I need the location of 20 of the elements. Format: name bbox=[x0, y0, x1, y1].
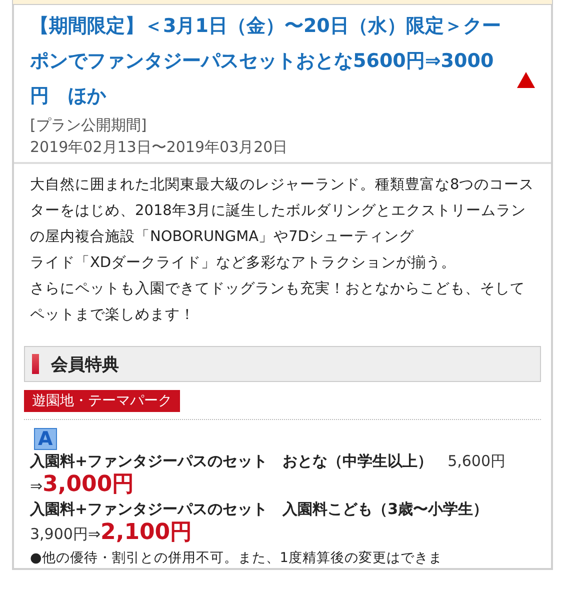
sale-price: 3,000円 bbox=[42, 472, 134, 497]
period-dates: 2019年02月13日〜2019年03月20日 bbox=[30, 137, 289, 158]
collapse-icon[interactable] bbox=[517, 72, 535, 88]
plan-title[interactable]: 【期間限定】＜3月1日（金）〜20日（水）限定＞クーポンでファンタジーパスセットおとな5600円⇒3000円 ほか bbox=[30, 9, 509, 114]
category-tag: 遊園地・テーマパーク bbox=[24, 390, 180, 412]
accent-bar bbox=[32, 354, 39, 374]
benefit-name: 入園料+ファンタジーパスのセット おとな（中学生以上） bbox=[30, 452, 433, 470]
benefit-name: 入園料+ファンタジーパスのセット 入園料こども（3歳〜小学生） bbox=[30, 500, 488, 518]
grade-badge: A bbox=[34, 428, 57, 450]
description-text: ライド「XDダークライド」など多彩なアトラクションが揃う。 bbox=[30, 254, 458, 273]
period-label: [プラン公開期間] bbox=[30, 115, 148, 136]
arrow-sign: ⇒ bbox=[88, 525, 101, 543]
section-title: 会員特典 bbox=[51, 354, 119, 376]
description-text: さらにペットも入園できてドッグランも充実！おとなからこども、そしてペットまで楽しめます！ bbox=[30, 280, 526, 325]
description-text: 大自然に囲まれた北関東最大級のレジャーランド。種類豊富な8つのコースターをはじめ、2018年3月に誕生したボルダリングとエクストリームランの屋内複合施設「NOBORUNGMA」や7Dシューティング bbox=[30, 176, 535, 247]
arrow-sign: ⇒ bbox=[30, 477, 43, 495]
sale-price: 2,100円 bbox=[100, 520, 192, 545]
regular-price: 3,900円 bbox=[30, 525, 88, 543]
note-text: ●他の優待・割引との併用不可。また、1度精算後の変更はできま bbox=[30, 549, 444, 568]
regular-price: 5,600円 bbox=[448, 452, 506, 470]
